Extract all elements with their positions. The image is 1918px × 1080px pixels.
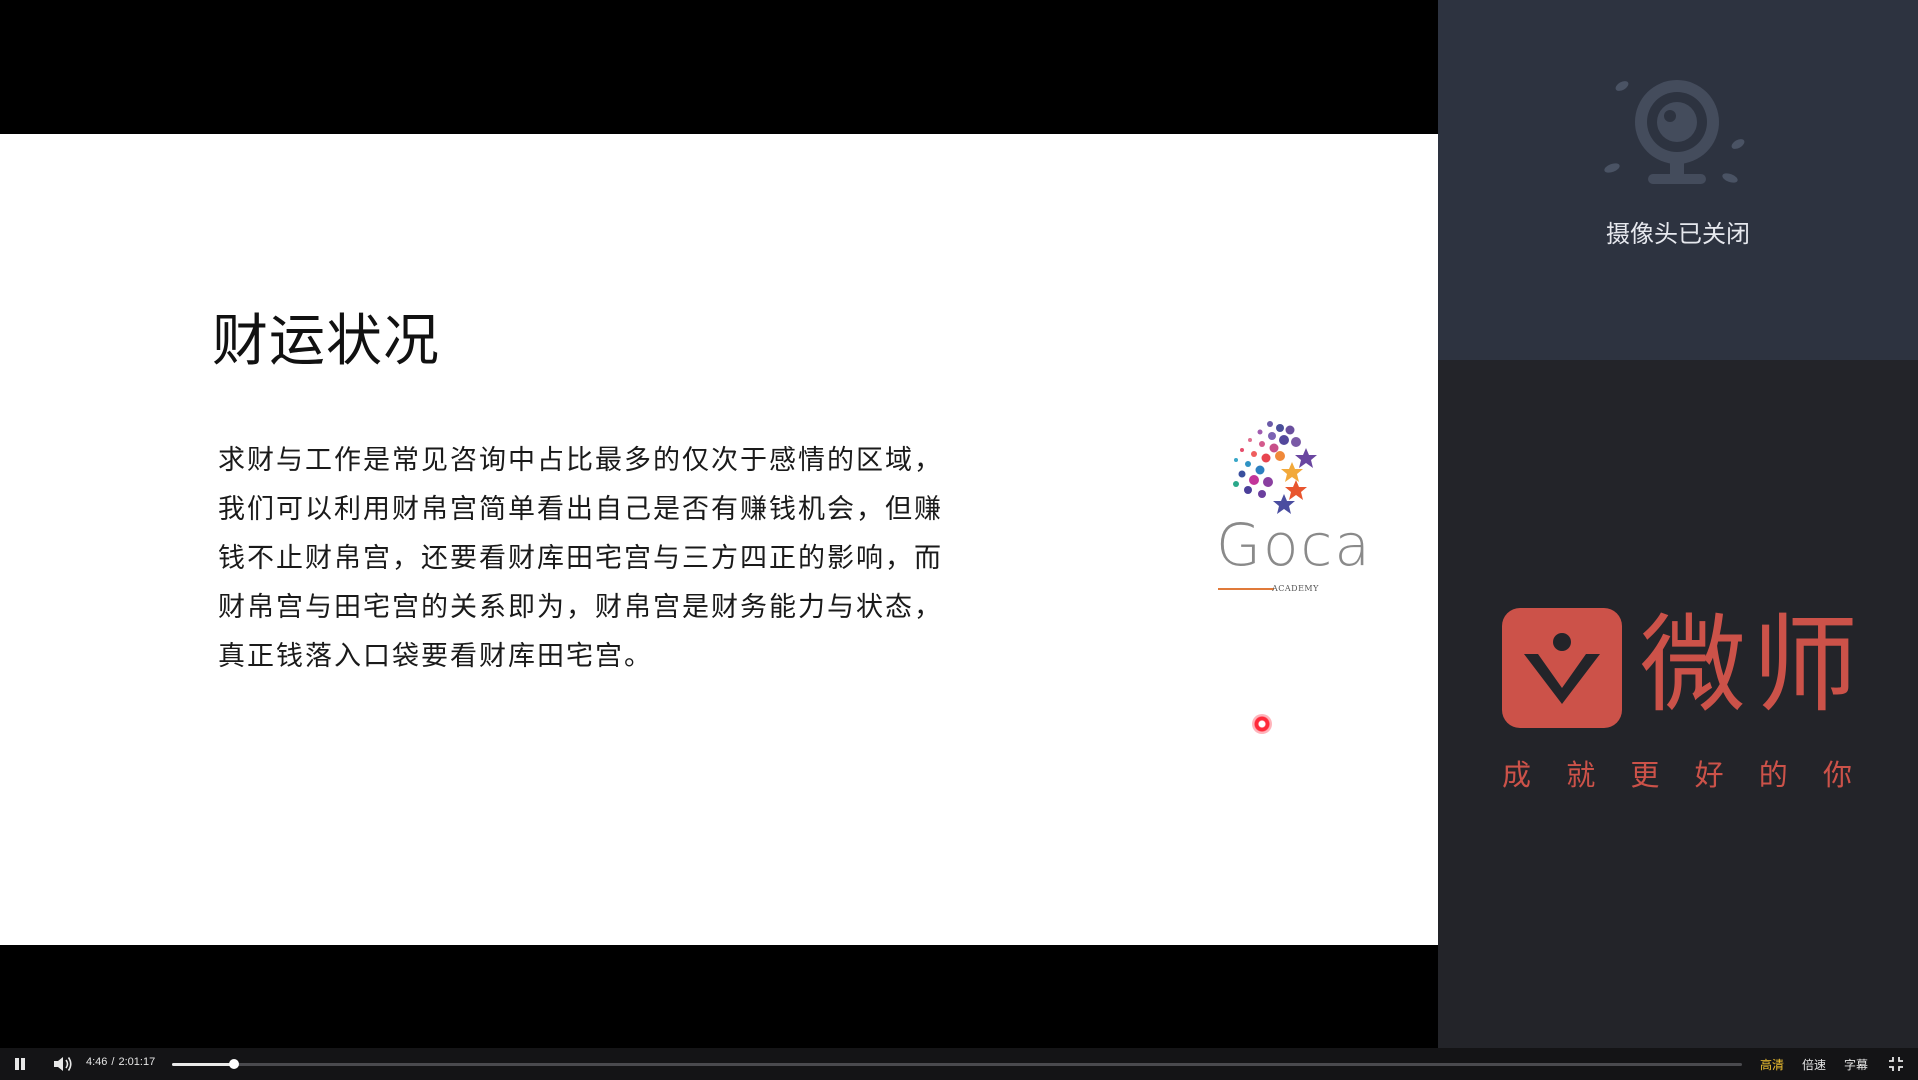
video-player-window: 财运状况 求财与工作是常见咨询中占比最多的仅次于感情的区域， 我们可以利用财帛宫… (0, 0, 1918, 1080)
weishi-v-icon (1524, 633, 1600, 704)
weishi-brand-name: 微师 (1640, 604, 1864, 727)
player-control-bar: 4:46/2:01:17 高清 倍速 字幕 (0, 1048, 1918, 1080)
weishi-badge-icon (1502, 608, 1622, 728)
pause-button[interactable] (12, 1056, 28, 1072)
progress-handle[interactable] (228, 1059, 239, 1069)
current-time: 4:46 (86, 1056, 108, 1068)
slogan-char: 成 (1502, 758, 1532, 792)
exit-fullscreen-button[interactable] (1888, 1056, 1904, 1072)
weishi-slogan: 成 就 更 好 的 你 (1502, 752, 1852, 794)
goca-logo-text: Goca (1216, 511, 1372, 579)
volume-icon (54, 1057, 72, 1071)
goca-dots-icon (1233, 421, 1317, 514)
slide-body-line: 我们可以利用财帛宫简单看出自己是否有赚钱机会，但赚 (218, 494, 943, 525)
slogan-char: 的 (1758, 758, 1788, 792)
total-time: 2:01:17 (118, 1056, 156, 1068)
camera-status-text: 摄像头已关闭 (1606, 220, 1750, 248)
progress-fill (172, 1063, 234, 1066)
laser-pointer (1252, 714, 1272, 734)
slogan-char: 好 (1694, 758, 1724, 792)
goca-academy-logo: Goca ACADEMY (1212, 416, 1370, 596)
webcam-off-icon (1604, 80, 1745, 184)
slide-body: 求财与工作是常见咨询中占比最多的仅次于感情的区域， 我们可以利用财帛宫简单看出自… (218, 436, 1018, 681)
slogan-char: 就 (1566, 758, 1596, 792)
goca-logo-underline (1218, 588, 1274, 590)
pause-icon (15, 1058, 19, 1070)
slogan-char: 你 (1822, 758, 1852, 792)
speed-button[interactable]: 倍速 (1802, 1056, 1826, 1073)
weishi-brand-logo: 微师 成 就 更 好 的 你 (1502, 606, 1862, 796)
time-display: 4:46/2:01:17 (86, 1056, 156, 1068)
quality-button[interactable]: 高清 (1760, 1056, 1784, 1073)
subtitle-button[interactable]: 字幕 (1844, 1056, 1868, 1073)
goca-logo-subtitle: ACADEMY (1272, 584, 1319, 593)
exit-fullscreen-icon (1889, 1057, 1903, 1071)
slogan-char: 更 (1630, 758, 1660, 792)
slide-body-line: 求财与工作是常见咨询中占比最多的仅次于感情的区域， (218, 445, 943, 476)
video-stage[interactable]: 财运状况 求财与工作是常见咨询中占比最多的仅次于感情的区域， 我们可以利用财帛宫… (0, 0, 1438, 1048)
pause-icon (21, 1058, 25, 1070)
volume-button[interactable] (52, 1054, 74, 1074)
slide-body-line: 财帛宫与田宅宫的关系即为，财帛宫是财务能力与状态， (218, 592, 943, 623)
camera-preview: 摄像头已关闭 (1438, 0, 1918, 360)
slide-title: 财运状况 (212, 309, 440, 374)
slide-body-line: 钱不止财帛宫，还要看财库田宅宫与三方四正的影响，而 (218, 543, 943, 574)
progress-bar[interactable] (172, 1059, 1742, 1069)
side-panel: 摄像头已关闭 微师 成 就 更 好 的 你 (1438, 0, 1918, 1048)
slide-body-line: 真正钱落入口袋要看财库田宅宫。 (218, 641, 653, 672)
